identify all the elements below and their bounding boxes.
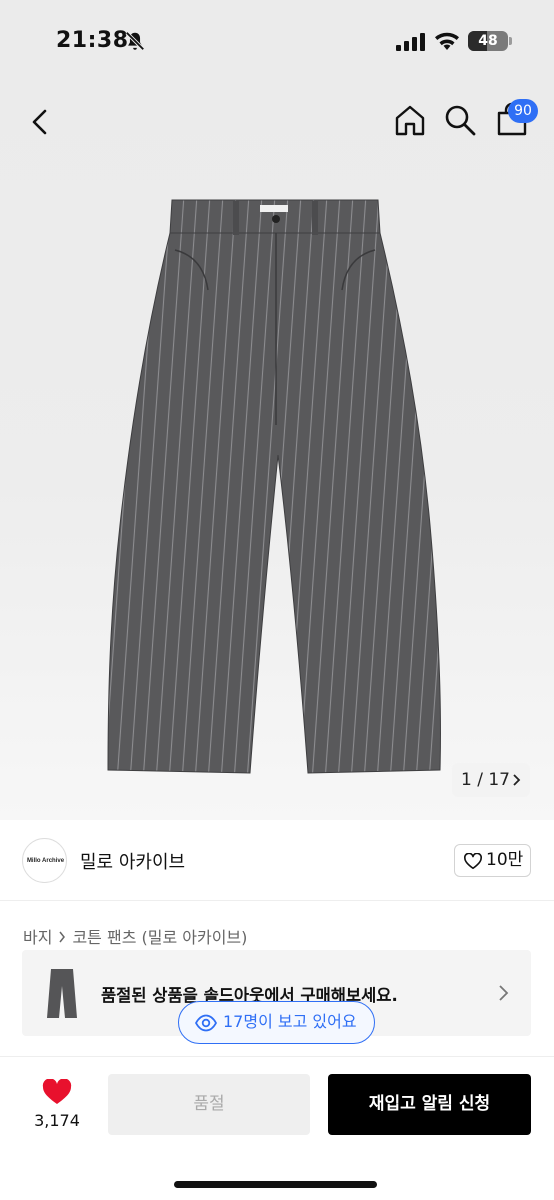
status-bar: 21:38 48 <box>0 0 554 80</box>
cart-count-badge: 90 <box>508 99 538 123</box>
battery-percent: 48 <box>478 33 498 49</box>
back-chevron-icon[interactable] <box>24 106 56 138</box>
viewers-text: 17명이 보고 있어요 <box>223 1012 357 1031</box>
brand-like-count: 10만 <box>486 850 524 870</box>
chevron-right-icon <box>499 985 509 1001</box>
battery-icon: 48 <box>468 31 508 51</box>
product-image-gallery[interactable]: 90 1 / 17 <box>0 80 554 820</box>
wifi-icon <box>435 32 459 50</box>
image-counter-text: 1 / 17 <box>461 770 510 790</box>
chevron-right-icon <box>59 931 66 943</box>
restock-alert-button[interactable]: 재입고 알림 신청 <box>328 1074 531 1135</box>
bell-slash-icon <box>125 31 145 51</box>
home-icon[interactable] <box>392 102 428 138</box>
home-indicator <box>174 1181 377 1188</box>
brand-like-button[interactable]: 10만 <box>454 844 531 877</box>
battery-tip <box>509 37 512 45</box>
eye-icon <box>195 1014 217 1032</box>
heart-filled-icon <box>42 1079 72 1104</box>
brand-logo-text: Millo Archive <box>26 858 65 864</box>
breadcrumb-item-subcategory[interactable]: 코튼 팬츠 (밀로 아카이브) <box>72 928 247 947</box>
search-icon[interactable] <box>442 102 478 138</box>
heart-outline-icon <box>464 853 482 870</box>
brand-name[interactable]: 밀로 아카이브 <box>80 848 185 874</box>
chevron-right-icon <box>513 774 521 786</box>
status-time: 21:38 <box>56 28 129 53</box>
wishlist-button[interactable]: 3,174 <box>32 1075 82 1135</box>
breadcrumb: 바지 코튼 팬츠 (밀로 아카이브) <box>23 924 251 948</box>
brand-row[interactable]: Millo Archive 밀로 아카이브 10만 <box>0 820 554 900</box>
viewers-pill: 17명이 보고 있어요 <box>178 1001 375 1044</box>
image-counter[interactable]: 1 / 17 <box>452 763 530 797</box>
soldout-button[interactable]: 품절 <box>108 1074 310 1135</box>
product-thumbnail <box>47 969 77 1018</box>
bottom-action-bar: 3,174 품절 재입고 알림 신청 <box>0 1056 554 1200</box>
divider <box>0 900 554 901</box>
brand-logo[interactable]: Millo Archive <box>22 838 67 883</box>
signal-icon <box>396 33 425 51</box>
breadcrumb-item-category[interactable]: 바지 <box>23 928 52 947</box>
product-photo-pants <box>107 199 442 774</box>
wishlist-count: 3,174 <box>34 1111 80 1130</box>
